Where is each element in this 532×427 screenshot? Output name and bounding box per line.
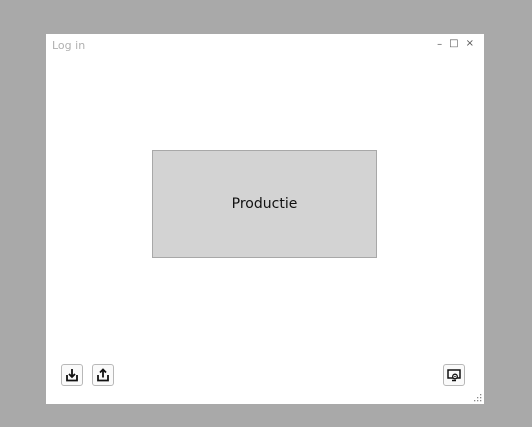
productie-button-label: Productie bbox=[231, 196, 298, 212]
minimize-button[interactable]: – bbox=[437, 39, 442, 51]
display-settings-icon bbox=[447, 369, 461, 382]
resize-grip-icon[interactable] bbox=[472, 392, 482, 402]
maximize-button[interactable]: □ bbox=[449, 38, 458, 50]
window-title: Log in bbox=[52, 39, 86, 52]
window-controls: – □ × bbox=[437, 38, 474, 50]
import-button[interactable] bbox=[61, 364, 83, 386]
display-settings-button[interactable] bbox=[443, 364, 465, 386]
export-button[interactable] bbox=[92, 364, 114, 386]
close-button[interactable]: × bbox=[466, 38, 474, 50]
upload-tray-icon bbox=[97, 368, 109, 382]
download-tray-icon bbox=[66, 369, 78, 382]
login-window: Log in – □ × Productie bbox=[46, 34, 484, 404]
productie-button[interactable]: Productie bbox=[152, 150, 377, 258]
